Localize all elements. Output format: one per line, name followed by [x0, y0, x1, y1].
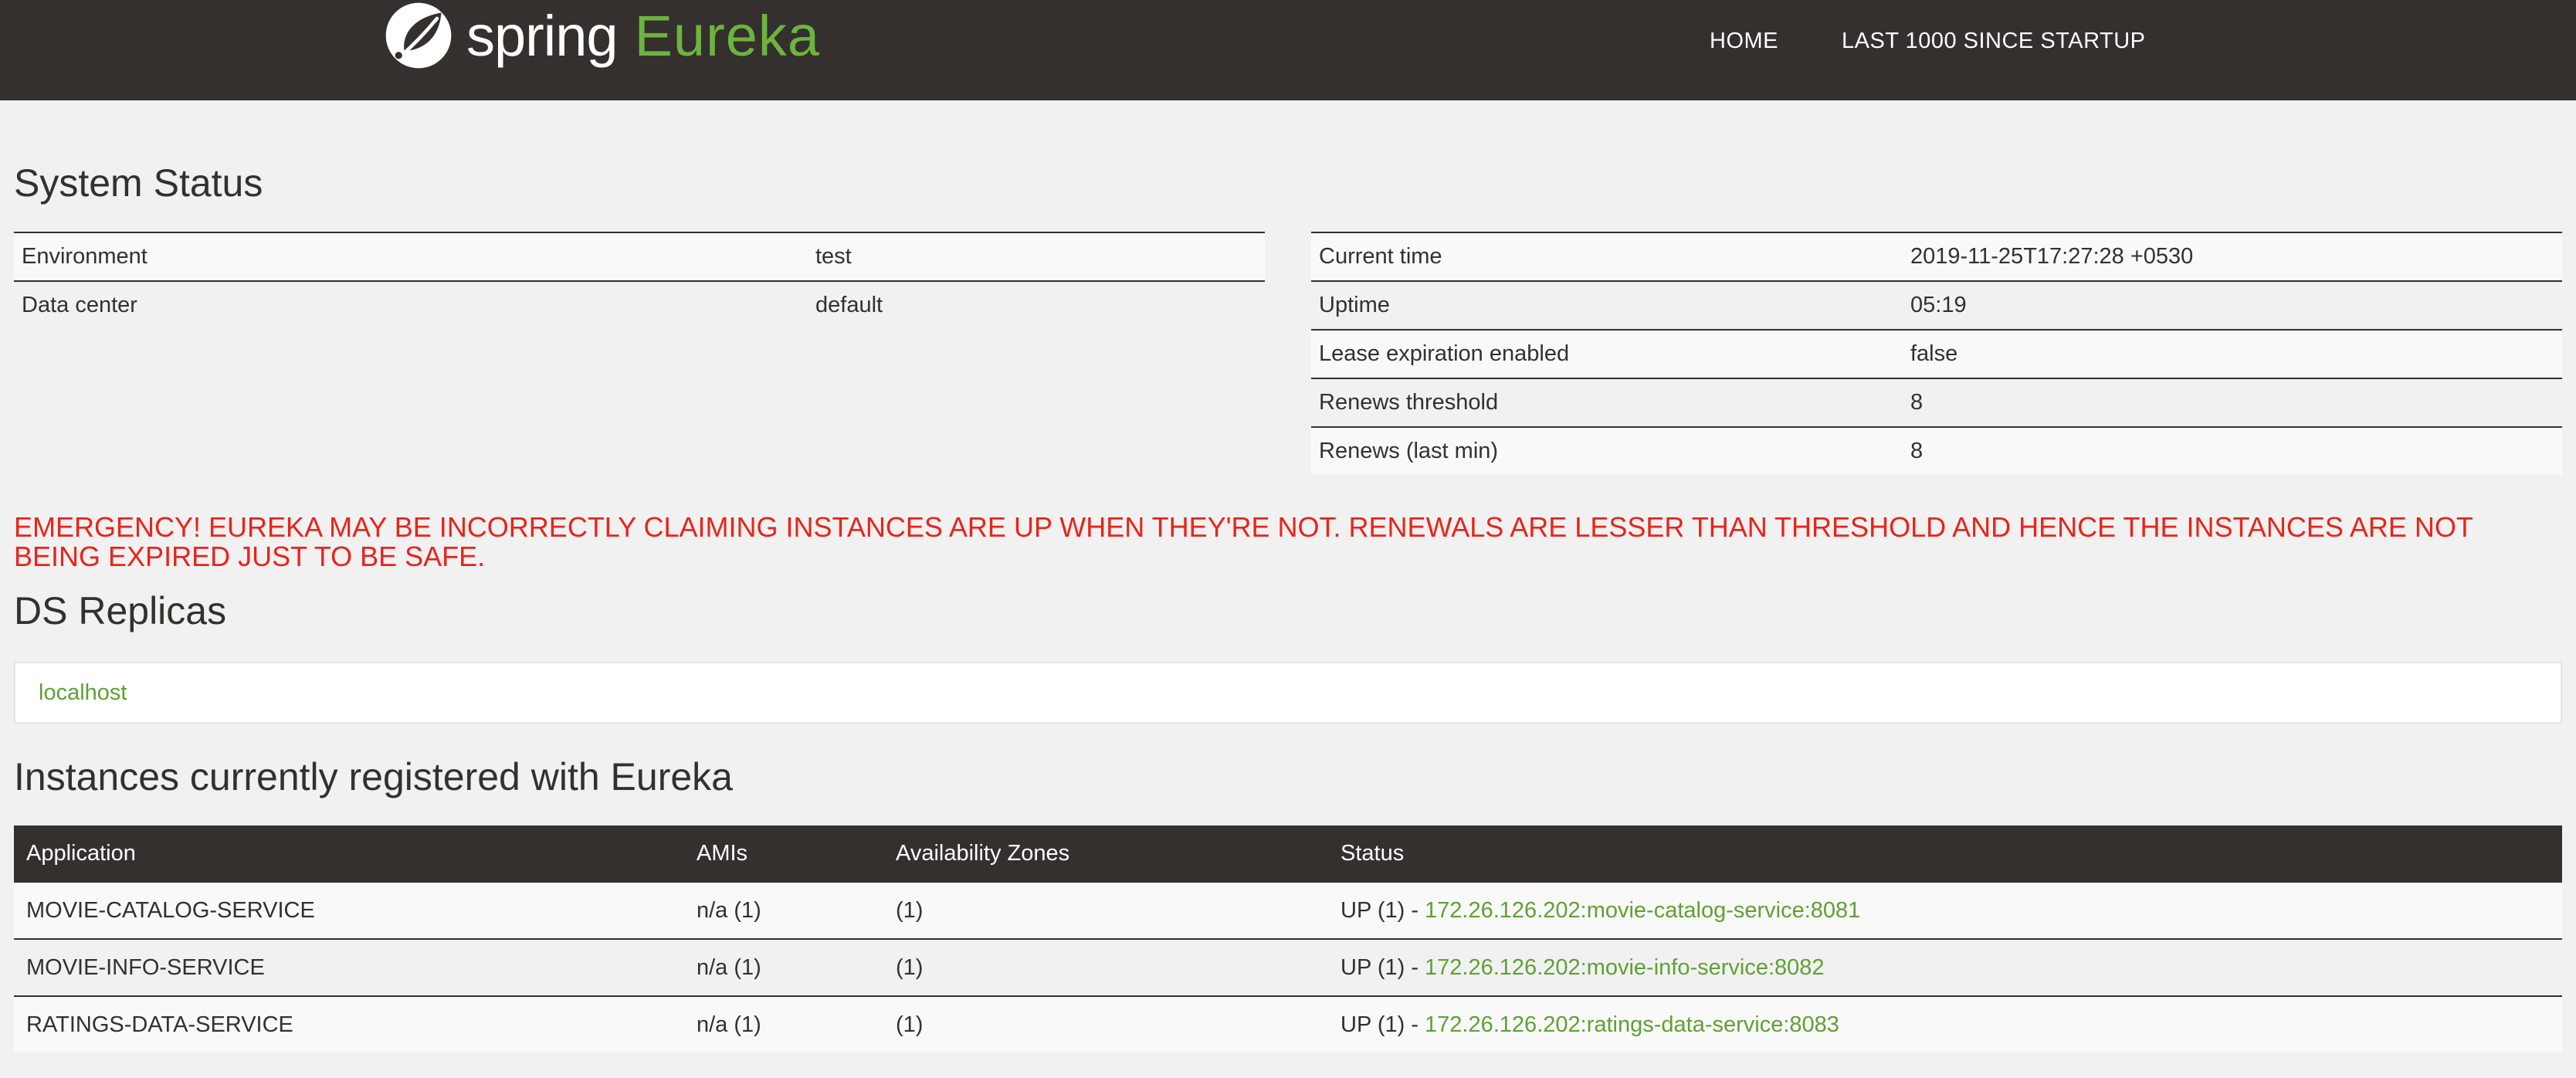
application-name: RATINGS-DATA-SERVICE: [14, 995, 684, 1053]
status-value: 8: [1903, 426, 2562, 475]
column-header-amis: AMIs: [684, 825, 883, 882]
instances-title: Instances currently registered with Eure…: [14, 755, 733, 798]
nav-last-1000-link[interactable]: LAST 1000 SINCE STARTUP: [1842, 29, 2145, 54]
replica-link-localhost[interactable]: localhost: [39, 680, 127, 706]
amis-value: n/a (1): [684, 938, 883, 996]
brand-spring-text: spring: [466, 3, 619, 68]
status-cell: UP (1) - 172.26.126.202:movie-info-servi…: [1328, 938, 2562, 996]
system-status-title: System Status: [14, 161, 263, 205]
status-row-environment: Environment test: [14, 232, 1265, 281]
top-navbar: spring Eureka HOME LAST 1000 SINCE START…: [0, 0, 2576, 100]
status-label: Environment: [14, 232, 808, 281]
replicas-list: localhost: [14, 662, 2562, 724]
amis-value: n/a (1): [684, 995, 883, 1053]
table-row: MOVIE-INFO-SERVICE n/a (1) (1) UP (1) - …: [14, 938, 2562, 996]
brand-eureka-text: Eureka: [634, 3, 821, 68]
system-status-right-table: Current time 2019-11-25T17:27:28 +0530 U…: [1311, 232, 2562, 475]
table-row: MOVIE-CATALOG-SERVICE n/a (1) (1) UP (1)…: [14, 881, 2562, 939]
status-label: Lease expiration enabled: [1311, 329, 1903, 378]
status-cell: UP (1) - 172.26.126.202:movie-catalog-se…: [1328, 881, 2562, 939]
status-value: 8: [1903, 378, 2562, 427]
instance-link[interactable]: 172.26.126.202:movie-info-service:8082: [1425, 955, 1825, 980]
status-value: 2019-11-25T17:27:28 +0530: [1903, 232, 2562, 281]
application-name: MOVIE-INFO-SERVICE: [14, 938, 684, 996]
status-value: test: [808, 232, 1265, 281]
brand-logo-link[interactable]: spring Eureka: [383, 0, 820, 71]
status-row-current-time: Current time 2019-11-25T17:27:28 +0530: [1311, 232, 2562, 281]
column-header-availability-zones: Availability Zones: [883, 825, 1328, 882]
nav-home-link[interactable]: HOME: [1710, 29, 1778, 54]
status-label: Current time: [1311, 232, 1903, 281]
status-prefix: UP (1) -: [1341, 954, 1425, 980]
amis-value: n/a (1): [684, 881, 883, 939]
zones-value: (1): [883, 881, 1328, 939]
zones-value: (1): [883, 938, 1328, 996]
status-row-uptime: Uptime 05:19: [1311, 280, 2562, 330]
status-label: Renews (last min): [1311, 426, 1903, 475]
status-prefix: UP (1) -: [1341, 1012, 1425, 1037]
status-value: 05:19: [1903, 280, 2562, 330]
instance-link[interactable]: 172.26.126.202:movie-catalog-service:808…: [1425, 898, 1860, 923]
status-label: Data center: [14, 280, 808, 329]
status-prefix: UP (1) -: [1341, 897, 1425, 923]
zones-value: (1): [883, 995, 1328, 1053]
status-row-data-center: Data center default: [14, 280, 1265, 329]
status-label: Uptime: [1311, 280, 1903, 330]
instances-header-row: Application AMIs Availability Zones Stat…: [14, 825, 2562, 882]
system-status-left-table: Environment test Data center default: [14, 232, 1265, 329]
column-header-application: Application: [14, 825, 684, 882]
status-row-lease-expiration: Lease expiration enabled false: [1311, 329, 2562, 378]
status-cell: UP (1) - 172.26.126.202:ratings-data-ser…: [1328, 995, 2562, 1053]
table-row: RATINGS-DATA-SERVICE n/a (1) (1) UP (1) …: [14, 995, 2562, 1053]
status-row-renews-threshold: Renews threshold 8: [1311, 378, 2562, 427]
column-header-status: Status: [1328, 825, 2562, 882]
status-label: Renews threshold: [1311, 378, 1903, 427]
application-name: MOVIE-CATALOG-SERVICE: [14, 881, 684, 939]
emergency-warning: EMERGENCY! EUREKA MAY BE INCORRECTLY CLA…: [14, 511, 2473, 572]
status-value: false: [1903, 329, 2562, 378]
instance-link[interactable]: 172.26.126.202:ratings-data-service:8083: [1425, 1012, 1839, 1037]
nav-links: HOME LAST 1000 SINCE STARTUP: [1710, 0, 2145, 82]
status-row-renews-last-min: Renews (last min) 8: [1311, 426, 2562, 475]
instances-table: Application AMIs Availability Zones Stat…: [14, 825, 2562, 1053]
status-value: default: [808, 280, 1265, 329]
ds-replicas-title: DS Replicas: [14, 589, 227, 632]
spring-leaf-icon: [385, 2, 452, 69]
